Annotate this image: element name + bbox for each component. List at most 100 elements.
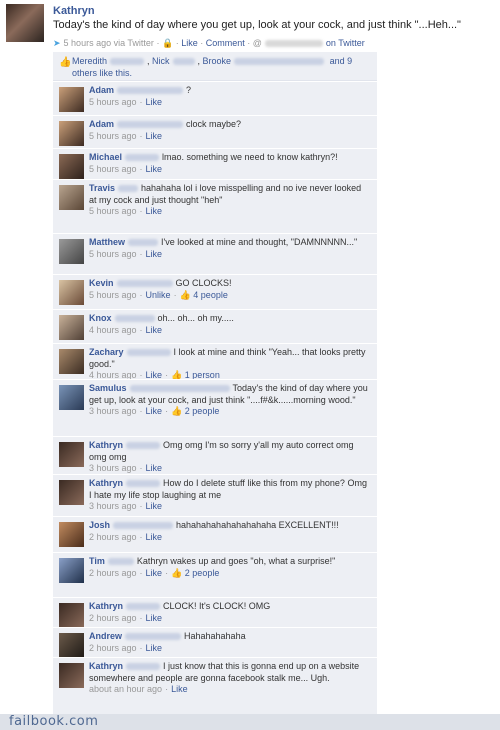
post-comment-link[interactable]: Comment — [206, 38, 245, 48]
commenter-name[interactable]: Kathryn — [89, 478, 123, 488]
commenter-name[interactable]: Tim — [89, 556, 105, 566]
footer: failbook.com — [0, 714, 500, 730]
liker-name[interactable]: Meredith — [72, 56, 107, 66]
comment-meta: 2 hours ago · Like — [89, 612, 163, 623]
thumbs-up-icon: 👍 — [171, 567, 183, 578]
comment-meta: 5 hours ago · Like — [89, 96, 163, 107]
comment-like-link[interactable]: Like — [171, 684, 188, 694]
commenter-name[interactable]: Samulus — [89, 383, 127, 393]
comment-row: Adam? 5 hours ago · Like — [53, 81, 377, 116]
commenter-avatar[interactable] — [59, 558, 84, 583]
post-like-link[interactable]: Like — [181, 38, 198, 48]
commenter-avatar[interactable] — [59, 121, 84, 146]
comment-like-count[interactable]: 2 people — [185, 568, 220, 578]
commenter-name[interactable]: Kathryn — [89, 440, 123, 450]
comment-text: GO CLOCKS! — [175, 278, 232, 288]
comment-time: 3 hours ago — [89, 463, 137, 473]
twitter-handle-prefix[interactable]: @ — [253, 38, 262, 48]
commenter-name[interactable]: Andrew — [89, 631, 122, 641]
comment-time: 5 hours ago — [89, 289, 137, 300]
comment-row: Kathryn Omg omg I'm so sorry y'all my aut… — [53, 436, 377, 475]
comment-text: I've looked at mine and thought, "DAMNNN… — [161, 237, 358, 247]
commenter-name[interactable]: Adam — [89, 119, 114, 129]
comment-like-link[interactable]: Like — [146, 501, 163, 511]
author-avatar[interactable] — [6, 4, 44, 42]
on-twitter-link[interactable]: on Twitter — [326, 38, 365, 48]
comment-meta: 4 hours ago · Like — [89, 324, 163, 335]
comment-meta: 3 hours ago · Like — [89, 463, 163, 473]
commenter-avatar[interactable] — [59, 280, 84, 305]
post-time: 5 hours ago via Twitter — [63, 38, 154, 48]
commenter-avatar[interactable] — [59, 385, 84, 410]
commenter-avatar[interactable] — [59, 603, 84, 628]
post-author[interactable]: Kathryn — [53, 5, 95, 17]
comment-like-link[interactable]: Like — [146, 249, 163, 259]
comment-meta: 3 hours ago · Like — [89, 501, 163, 511]
commenter-name[interactable]: Matthew — [89, 237, 125, 247]
commenter-name[interactable]: Michael — [89, 152, 122, 162]
redacted-surname — [126, 663, 161, 671]
comment-time: about an hour ago — [89, 684, 163, 694]
commenter-name[interactable]: Kathryn — [89, 601, 123, 611]
commenter-name[interactable]: Kathryn — [89, 661, 123, 671]
comment-row: Tim Kathryn wakes up and goes "oh, what a… — [53, 552, 377, 598]
comment-like-link[interactable]: Like — [146, 131, 163, 141]
comment-like-link[interactable]: Like — [146, 532, 163, 542]
comment-like-count[interactable]: 2 people — [185, 406, 220, 416]
comment-like-link[interactable]: Like — [146, 164, 163, 174]
comment-time: 4 hours ago — [89, 324, 137, 335]
redacted-surname — [126, 442, 161, 450]
redacted-surname — [114, 315, 155, 323]
commenter-avatar[interactable] — [59, 442, 84, 467]
commenter-name[interactable]: Travis — [89, 183, 115, 193]
comment-like-link[interactable]: Like — [146, 463, 163, 473]
commenter-avatar[interactable] — [59, 480, 84, 505]
liker-name[interactable]: Brooke — [203, 56, 232, 66]
commenter-avatar[interactable] — [59, 522, 84, 547]
comment-time: 5 hours ago — [89, 96, 137, 107]
comment-time: 5 hours ago — [89, 163, 137, 174]
comment-like-count[interactable]: 4 people — [193, 290, 228, 300]
commenter-avatar[interactable] — [59, 315, 84, 340]
comment-like-link[interactable]: Like — [146, 568, 163, 578]
comment-text: Hahahahahaha — [184, 631, 246, 641]
commenter-name[interactable]: Josh — [89, 520, 110, 530]
redacted-surname — [129, 385, 230, 393]
commenter-avatar[interactable] — [59, 185, 84, 210]
comment-like-link[interactable]: Like — [146, 643, 163, 653]
comment-row: Kathryn How do I delete stuff like this f… — [53, 474, 377, 517]
redacted-surname — [172, 58, 195, 66]
thumbs-up-icon: 👍 — [179, 289, 191, 300]
comment-text: ? — [186, 85, 192, 95]
commenter-avatar[interactable] — [59, 633, 84, 658]
liker-name[interactable]: Nick — [152, 56, 170, 66]
commenter-avatar[interactable] — [59, 87, 84, 112]
comment-time: 2 hours ago — [89, 531, 137, 542]
redacted-surname — [118, 185, 139, 193]
comment-like-link[interactable]: Like — [146, 406, 163, 416]
commenter-avatar[interactable] — [59, 154, 84, 179]
comment-row: Adam clock maybe? 5 hours ago · Like — [53, 115, 377, 149]
commenter-avatar[interactable] — [59, 663, 84, 688]
comment-row: Knox oh... oh... oh my..... 4 hours ago · Li… — [53, 309, 377, 344]
redacted-surname — [128, 239, 158, 247]
commenter-name[interactable]: Knox — [89, 313, 112, 323]
comment-like-link[interactable]: Like — [146, 325, 163, 335]
commenter-avatar[interactable] — [59, 349, 84, 374]
comment-like-link[interactable]: Unlike — [146, 290, 171, 300]
commenter-name[interactable]: Adam — [89, 85, 114, 95]
comment-time: 2 hours ago — [89, 567, 137, 578]
comment-text: hahahahahahahahahaha EXCELLENT!!! — [176, 520, 339, 530]
comment-like-link[interactable]: Like — [146, 97, 163, 107]
status-post: Kathryn Today's the kind of day where yo… — [6, 4, 494, 48]
post-meta: ➤ 5 hours ago via Twitter · 🔒 · Like · Co… — [53, 38, 365, 48]
comment-like-link[interactable]: Like — [146, 613, 163, 623]
comment-row: Travis hahahaha lol i love misspelling an… — [53, 179, 377, 234]
comment-row: Samulus Today's the kind of day where you… — [53, 379, 377, 437]
comment-like-link[interactable]: Like — [146, 206, 163, 216]
comments-panel: 👍 Meredith, Nick, Brooke and 9 others li… — [53, 52, 377, 714]
commenter-avatar[interactable] — [59, 239, 84, 264]
commenter-name[interactable]: Zachary — [89, 347, 124, 357]
commenter-name[interactable]: Kevin — [89, 278, 114, 288]
failbook-logo[interactable]: failbook.com — [9, 714, 98, 729]
